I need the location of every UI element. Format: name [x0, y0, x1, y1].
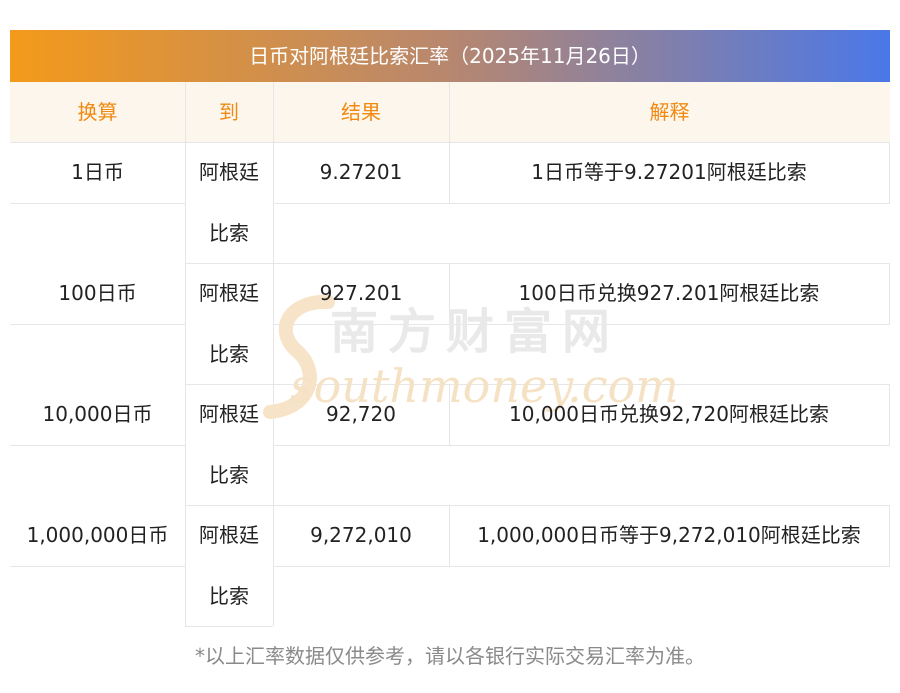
table-cell-result: 92,720	[326, 402, 396, 426]
table-cell-to-line1: 阿根廷	[199, 523, 259, 547]
table-cell-explain: 1日币等于9.27201阿根廷比索	[531, 160, 807, 184]
table-cell-explain: 100日币兑换927.201阿根廷比索	[518, 281, 820, 305]
grid-line	[889, 384, 890, 446]
table-header-row: 换算 到 结果 解释	[10, 82, 890, 142]
table-cell-to-line2: 比索	[209, 584, 249, 608]
table-cell-to-line2: 比索	[209, 342, 249, 366]
grid-line	[273, 445, 890, 446]
table-title: 日币对阿根廷比索汇率（2025年11月26日）	[10, 30, 890, 82]
table-cell-result: 9.27201	[319, 160, 403, 184]
table-cell-amount: 100日币	[58, 281, 137, 305]
table-cell-to-line1: 阿根廷	[199, 402, 259, 426]
table-cell-explain: 1,000,000日币等于9,272,010阿根廷比索	[477, 523, 861, 547]
table-cell-result: 927.201	[319, 281, 403, 305]
table-cell-amount: 1,000,000日币	[26, 523, 169, 547]
grid-line	[185, 626, 273, 627]
grid-line	[10, 445, 185, 446]
grid-line	[889, 142, 890, 204]
header-explain: 解释	[649, 100, 690, 124]
table-cell-to-line2: 比索	[209, 463, 249, 487]
grid-line	[273, 566, 890, 567]
table-cell-to-line2: 比索	[209, 221, 249, 245]
page: 日币对阿根廷比索汇率（2025年11月26日） 换算 到 结果 解释 南方财富网…	[0, 0, 900, 693]
header-convert: 换算	[77, 100, 118, 124]
table-cell-amount: 10,000日币	[42, 402, 153, 426]
header-to: 到	[219, 100, 239, 124]
table-cell-amount: 1日币	[71, 160, 124, 184]
grid-line	[449, 82, 450, 142]
table-cell-to-line1: 阿根廷	[199, 160, 259, 184]
table-cell-result: 9,272,010	[310, 523, 412, 547]
header-result: 结果	[341, 100, 381, 124]
disclaimer-footnote: *以上汇率数据仅供参考，请以各银行实际交易汇率为准。	[195, 644, 705, 668]
table-cell-explain: 10,000日币兑换92,720阿根廷比索	[509, 402, 829, 426]
grid-line	[10, 324, 185, 325]
grid-line	[889, 505, 890, 567]
grid-line	[273, 203, 890, 204]
grid-line	[273, 324, 890, 325]
table-cell-to-line1: 阿根廷	[199, 281, 259, 305]
grid-line	[10, 203, 185, 204]
grid-line	[889, 263, 890, 325]
grid-line	[10, 566, 185, 567]
